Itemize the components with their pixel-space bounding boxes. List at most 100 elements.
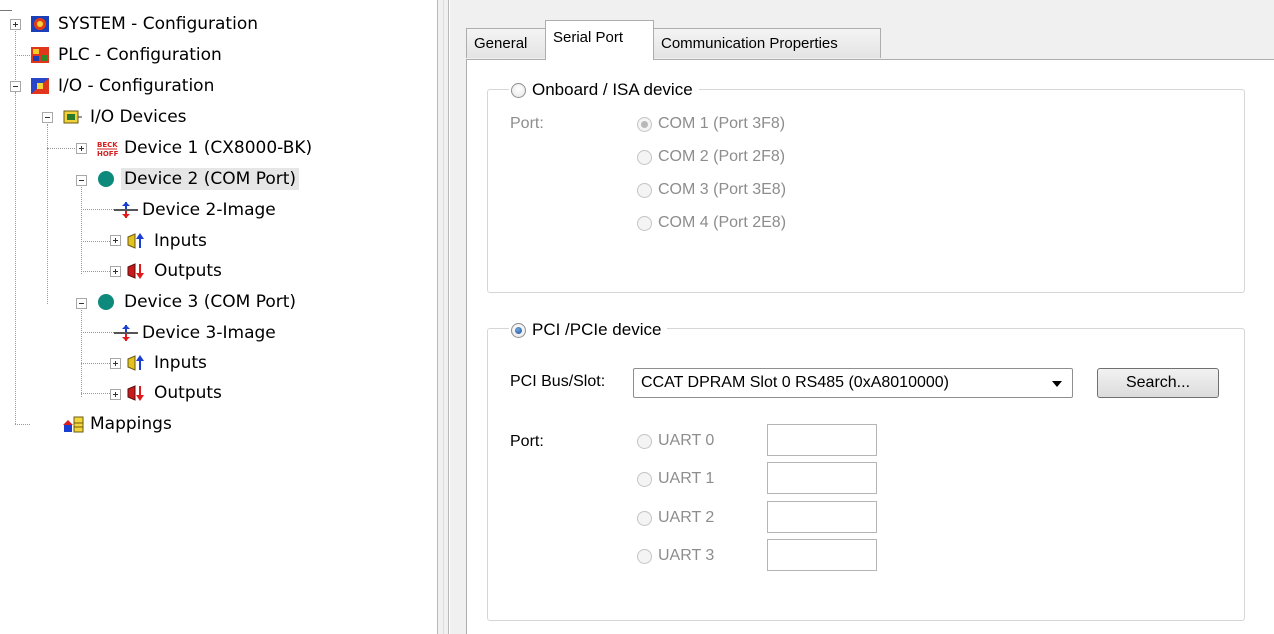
onboard-legend-label: Onboard / ISA device — [532, 80, 693, 99]
tree-item-io-devices[interactable]: I/O Devices — [62, 102, 190, 132]
tree-label: Device 2-Image — [142, 200, 276, 220]
tree-item-device3-inputs[interactable]: Inputs — [126, 348, 210, 378]
com4-option[interactable]: COM 4 (Port 2E8) — [637, 211, 786, 235]
com3-option[interactable]: COM 3 (Port 3E8) — [637, 178, 786, 202]
tree-pane: SYSTEM - Configuration PLC - Configurati… — [0, 0, 432, 634]
pci-bus-slot-value: CCAT DPRAM Slot 0 RS485 (0xA8010000) — [641, 374, 949, 391]
expand-device2-inputs-icon[interactable] — [110, 235, 121, 246]
com4-label: COM 4 (Port 2E8) — [658, 214, 787, 231]
tab-content: Onboard / ISA device Port: COM 1 (Port 3… — [466, 59, 1274, 634]
tree-line — [81, 209, 114, 210]
uart0-field[interactable] — [767, 424, 877, 456]
tree-line — [15, 55, 30, 56]
com1-radio[interactable] — [637, 116, 652, 132]
tree-top-line — [0, 10, 12, 11]
expand-device3-outputs-icon[interactable] — [110, 389, 121, 400]
expand-device1-icon[interactable] — [76, 143, 87, 154]
tree-line — [81, 310, 82, 397]
com-port-icon — [96, 293, 116, 311]
onboard-group — [487, 89, 1245, 293]
outputs-icon — [126, 384, 146, 402]
tab-serial-port[interactable]: Serial Port — [545, 20, 654, 60]
com-port-icon — [96, 170, 116, 188]
chevron-down-icon — [1052, 381, 1062, 387]
uart1-radio[interactable] — [637, 471, 652, 487]
tree-item-device3-outputs[interactable]: Outputs — [126, 378, 225, 408]
collapse-io-devices-icon[interactable] — [42, 112, 53, 123]
onboard-radio[interactable] — [511, 82, 526, 98]
uart3-radio[interactable] — [637, 548, 652, 564]
collapse-device3-icon[interactable] — [76, 298, 87, 309]
expand-device3-inputs-icon[interactable] — [110, 358, 121, 369]
inputs-icon — [126, 232, 146, 250]
svg-text:HOFF: HOFF — [97, 150, 118, 157]
uart3-option[interactable]: UART 3 — [637, 544, 714, 568]
tree-item-device2-inputs[interactable]: Inputs — [126, 226, 210, 256]
tree-label: Outputs — [154, 261, 222, 281]
tree-label: SYSTEM - Configuration — [58, 14, 258, 34]
com2-radio[interactable] — [637, 149, 652, 165]
tree-item-device3-image[interactable]: Device 3-Image — [114, 318, 279, 348]
pci-legend[interactable]: PCI /PCIe device — [509, 318, 668, 342]
com3-label: COM 3 (Port 3E8) — [658, 181, 787, 198]
tree-line — [15, 92, 16, 424]
pci-radio[interactable] — [511, 322, 526, 338]
outputs-icon — [126, 262, 146, 280]
tree-label: Device 2 (COM Port) — [121, 168, 300, 190]
uart2-option[interactable]: UART 2 — [637, 506, 714, 530]
com2-option[interactable]: COM 2 (Port 2F8) — [637, 145, 785, 169]
tree-line — [15, 424, 30, 425]
tree-label: I/O - Configuration — [58, 76, 215, 96]
io-config-icon — [30, 77, 50, 95]
tab-communication-properties[interactable]: Communication Properties — [653, 28, 881, 58]
tree-label: Device 1 (CX8000-BK) — [124, 138, 313, 158]
tree-item-plc[interactable]: PLC - Configuration — [30, 40, 225, 70]
com4-radio[interactable] — [637, 215, 652, 231]
beckhoff-logo-icon: BECK HOFF — [96, 139, 119, 158]
uart3-field[interactable] — [767, 539, 877, 571]
com1-option[interactable]: COM 1 (Port 3F8) — [637, 112, 785, 136]
tree-item-device2[interactable]: Device 2 (COM Port) — [96, 164, 300, 194]
tree-label: PLC - Configuration — [58, 45, 222, 65]
pci-legend-label: PCI /PCIe device — [532, 320, 662, 339]
tree-line — [15, 22, 16, 82]
tree-line — [81, 332, 114, 333]
uart1-field[interactable] — [767, 462, 877, 494]
com2-label: COM 2 (Port 2F8) — [658, 148, 786, 165]
plc-config-icon — [30, 46, 50, 64]
tree-item-device1[interactable]: BECK HOFF Device 1 (CX8000-BK) — [96, 133, 315, 163]
collapse-io-icon[interactable] — [10, 81, 21, 92]
tree-item-system[interactable]: SYSTEM - Configuration — [30, 9, 261, 39]
uart2-field[interactable] — [767, 501, 877, 533]
splitter[interactable] — [437, 0, 449, 634]
uart0-option[interactable]: UART 0 — [637, 429, 714, 453]
tab-general[interactable]: General — [466, 28, 546, 58]
tree-label: I/O Devices — [90, 107, 187, 127]
expand-device2-outputs-icon[interactable] — [110, 266, 121, 277]
inputs-icon — [126, 354, 146, 372]
tree-item-mappings[interactable]: Mappings — [62, 409, 175, 439]
uart2-label: UART 2 — [658, 509, 715, 526]
tree-item-device2-image[interactable]: Device 2-Image — [114, 195, 279, 225]
tree-line — [47, 148, 79, 149]
onboard-legend[interactable]: Onboard / ISA device — [509, 78, 699, 102]
tree-item-device2-outputs[interactable]: Outputs — [126, 256, 225, 286]
collapse-device2-icon[interactable] — [76, 175, 87, 186]
process-image-icon — [114, 324, 138, 342]
uart2-radio[interactable] — [637, 510, 652, 526]
uart0-radio[interactable] — [637, 433, 652, 449]
pci-port-label: Port: — [510, 433, 544, 450]
search-button[interactable]: Search... — [1097, 368, 1219, 398]
system-config-icon — [30, 15, 50, 33]
pci-bus-slot-label: PCI Bus/Slot: — [510, 373, 606, 390]
svg-text:BECK: BECK — [97, 141, 118, 149]
com3-radio[interactable] — [637, 182, 652, 198]
tree-label: Device 3-Image — [142, 323, 276, 343]
tree-item-io[interactable]: I/O - Configuration — [30, 71, 217, 101]
tree-item-device3[interactable]: Device 3 (COM Port) — [96, 287, 299, 317]
io-devices-icon — [62, 108, 82, 126]
process-image-icon — [114, 201, 138, 219]
pci-bus-slot-select[interactable]: CCAT DPRAM Slot 0 RS485 (0xA8010000) — [633, 368, 1073, 398]
uart1-option[interactable]: UART 1 — [637, 467, 714, 491]
expand-system-icon[interactable] — [10, 19, 21, 30]
